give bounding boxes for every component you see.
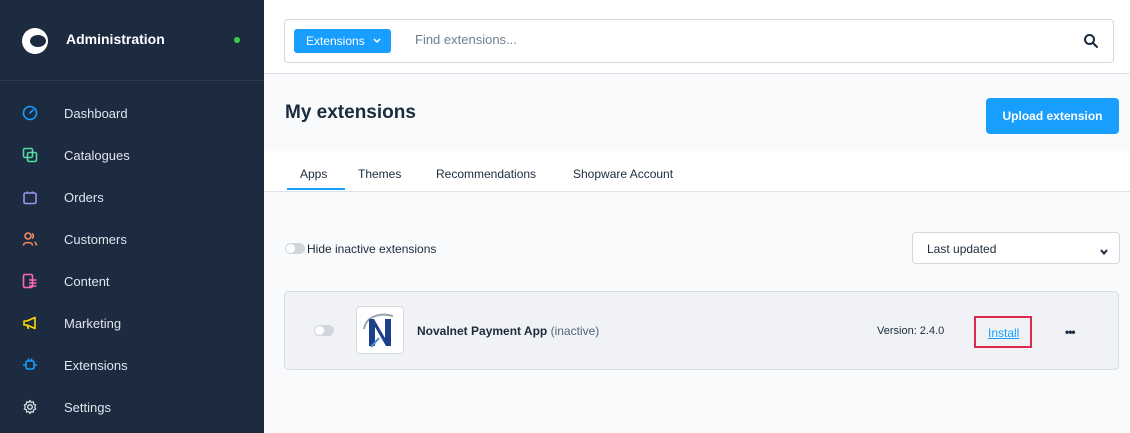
sidebar-divider — [0, 80, 264, 81]
status-indicator — [234, 37, 240, 43]
content-icon — [22, 273, 38, 289]
sort-select[interactable]: Last updated — [912, 232, 1120, 264]
sidebar-item-label: Content — [64, 273, 110, 289]
extension-active-toggle[interactable] — [314, 325, 334, 336]
tab-apps[interactable]: Apps — [300, 167, 327, 181]
catalogue-icon — [22, 147, 38, 163]
install-highlight-box: Install — [974, 316, 1032, 348]
search-icon[interactable] — [1083, 33, 1099, 49]
sidebar-item-label: Extensions — [64, 357, 128, 373]
page-title: My extensions — [285, 102, 416, 123]
hide-inactive-label: Hide inactive extensions — [307, 242, 437, 256]
sidebar-item-customers[interactable]: Customers — [0, 221, 264, 257]
hide-inactive-toggle[interactable] — [285, 243, 305, 254]
tab-shopware-account[interactable]: Shopware Account — [573, 167, 673, 181]
extension-version: Version: 2.4.0 — [877, 325, 945, 337]
global-search: Extensions — [284, 19, 1114, 63]
sidebar-item-label: Settings — [64, 399, 111, 415]
sidebar-item-catalogues[interactable]: Catalogues — [0, 137, 264, 173]
settings-icon — [22, 399, 38, 415]
novalnet-logo-icon — [356, 306, 404, 354]
orders-icon — [22, 189, 38, 205]
sidebar-item-extensions[interactable]: Extensions — [0, 347, 264, 383]
extensions-icon — [22, 357, 38, 373]
main-content: My extensions Upload extension Apps Them… — [264, 74, 1130, 433]
top-bar: Extensions — [264, 0, 1130, 74]
chevron-down-icon — [1099, 244, 1109, 256]
sidebar-title: Administration — [66, 31, 165, 47]
sort-value: Last updated — [927, 242, 997, 256]
marketing-icon — [22, 315, 38, 331]
sidebar-item-marketing[interactable]: Marketing — [0, 305, 264, 341]
tab-themes[interactable]: Themes — [358, 167, 401, 181]
sidebar: Administration Dashboard Catalogues Orde… — [0, 0, 264, 433]
sidebar-item-label: Marketing — [64, 315, 122, 331]
sidebar-item-content[interactable]: Content — [0, 263, 264, 299]
search-scope-label: Extensions — [306, 34, 365, 48]
extension-status: (inactive) — [550, 324, 600, 338]
install-link[interactable]: Install — [988, 326, 1019, 340]
more-options-button[interactable]: ••• — [1065, 325, 1076, 339]
shopware-logo-icon[interactable] — [22, 28, 48, 54]
sidebar-item-label: Customers — [64, 231, 127, 247]
dashboard-icon — [22, 105, 38, 121]
search-scope-button[interactable]: Extensions — [294, 29, 391, 53]
sidebar-item-orders[interactable]: Orders — [0, 179, 264, 215]
extension-name-row: Novalnet Payment App (inactive) — [417, 324, 599, 338]
sidebar-item-settings[interactable]: Settings — [0, 389, 264, 425]
active-tab-indicator — [287, 188, 345, 190]
sidebar-item-label: Catalogues — [64, 147, 130, 163]
sidebar-header: Administration — [0, 0, 264, 80]
extension-card: Novalnet Payment App (inactive) Version:… — [284, 291, 1119, 370]
sidebar-item-dashboard[interactable]: Dashboard — [0, 95, 264, 131]
chevron-down-icon — [373, 36, 381, 46]
extension-name: Novalnet Payment App — [417, 324, 548, 338]
customers-icon — [22, 231, 38, 247]
search-input[interactable] — [415, 32, 1015, 47]
sidebar-item-label: Dashboard — [64, 105, 128, 121]
sidebar-item-label: Orders — [64, 189, 104, 205]
upload-extension-button[interactable]: Upload extension — [986, 98, 1119, 134]
tab-recommendations[interactable]: Recommendations — [436, 167, 536, 181]
